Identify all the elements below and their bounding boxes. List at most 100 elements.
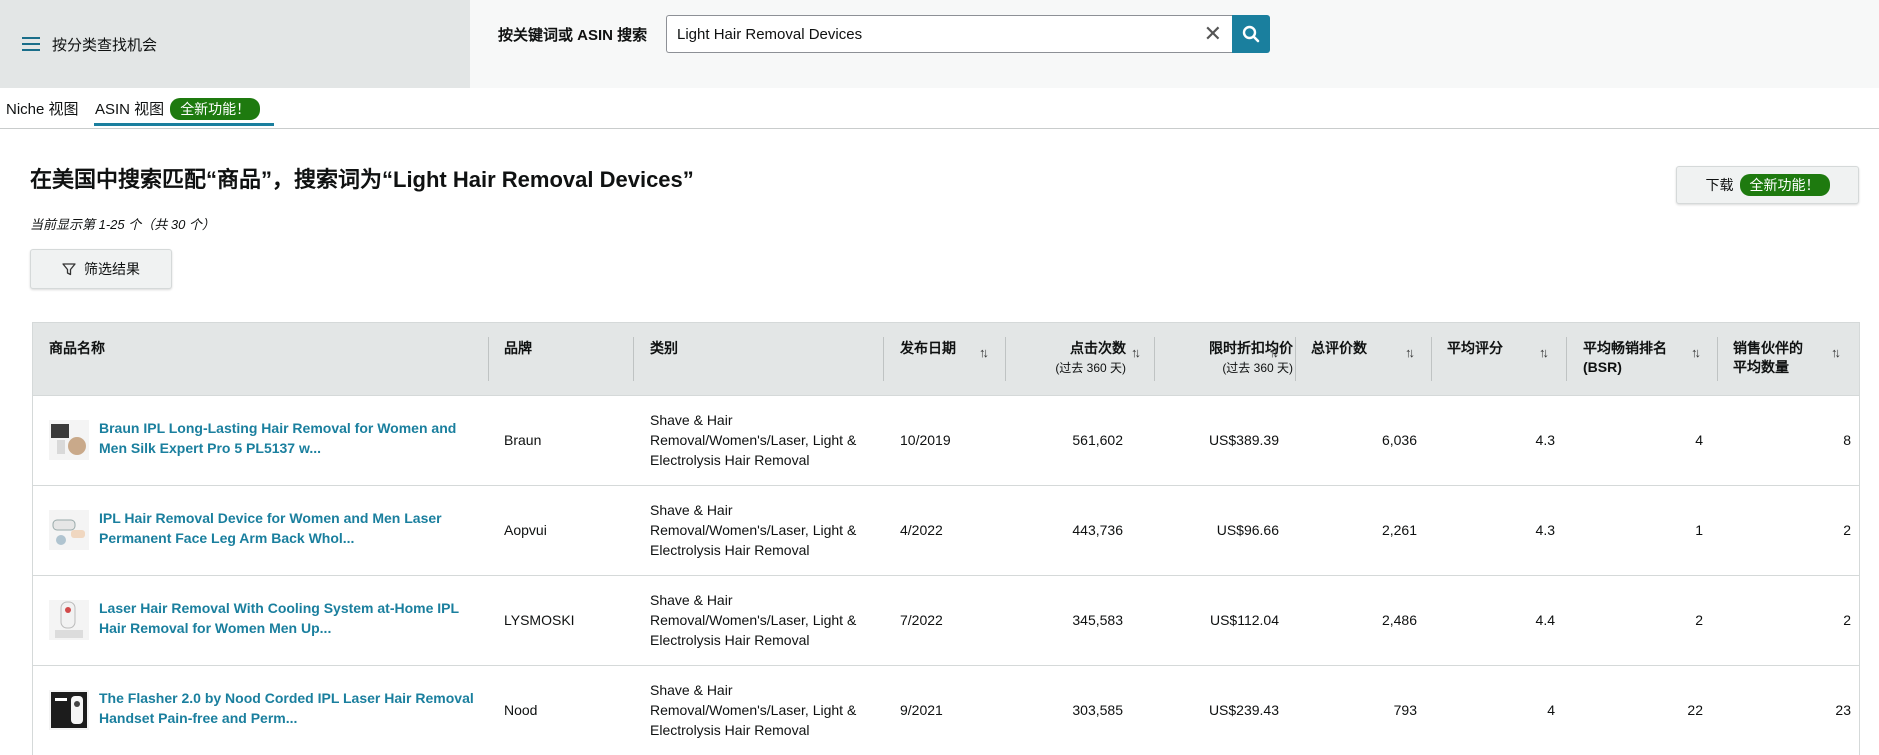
clicks-cell: 303,585 [1072,702,1123,718]
view-tabs: Niche 视图 ASIN 视图 全新功能！ [0,88,1879,129]
product-name-link[interactable]: Braun IPL Long-Lasting Hair Removal for … [99,418,479,458]
clear-icon[interactable]: ✕ [1204,22,1222,46]
col-header-bsr-sub: (BSR) [1583,359,1622,375]
clicks-cell: 561,602 [1072,432,1123,448]
new-feature-badge: 全新功能！ [170,98,261,120]
category-cell: Shave & Hair Removal/Women's/Laser, Ligh… [650,682,857,738]
col-header-clicks-sub: (过去 360 天) [1055,361,1126,375]
col-header-reviews: 总评价数 [1311,340,1367,356]
col-header-sellers-label: 销售伙伴的 [1733,340,1803,356]
download-label: 下载 [1705,177,1734,193]
sellers-cell: 23 [1835,702,1851,718]
column-divider [488,337,489,381]
bsr-cell: 22 [1687,702,1703,718]
bsr-cell: 1 [1695,522,1703,538]
date-cell: 10/2019 [900,432,951,448]
tab-asin-label: ASIN 视图 [95,101,165,118]
filter-icon [62,262,76,275]
column-divider [1431,337,1432,381]
search-button[interactable] [1232,15,1270,53]
product-thumbnail[interactable] [49,420,89,460]
sort-icon-clicks[interactable]: ↑↓ [1131,345,1141,360]
price-cell: US$239.43 [1208,702,1279,718]
product-name-link[interactable]: The Flasher 2.0 by Nood Corded IPL Laser… [99,688,479,728]
sort-icon-rating[interactable]: ↑↓ [1539,345,1549,360]
table-header: 商品名称 品牌 类别 发布日期 ↑↓ 点击次数 (过去 360 天) ↑↓ 限时… [33,323,1859,395]
col-header-rating: 平均评分 [1447,340,1503,356]
sellers-cell: 2 [1843,612,1851,628]
sort-icon-date[interactable]: ↑↓ [979,345,989,360]
col-header-clicks-label: 点击次数 [1070,340,1126,356]
column-divider [883,337,884,381]
sort-icon-sellers[interactable]: ↑↓ [1831,345,1841,360]
col-header-bsr-label: 平均畅销排名 [1583,340,1667,356]
table-row: Laser Hair Removal With Cooling System a… [33,575,1859,665]
sort-icon-price[interactable]: ↑↓ [1269,345,1279,360]
search-icon [1242,25,1260,43]
date-cell: 4/2022 [900,522,943,538]
brand-cell: LYSMOSKI [504,612,575,628]
table-row: Braun IPL Long-Lasting Hair Removal for … [33,395,1859,485]
date-cell: 7/2022 [900,612,943,628]
search-input[interactable] [667,16,1187,52]
table-row: IPL Hair Removal Device for Women and Me… [33,485,1859,575]
result-count: 当前显示第 1-25 个（共 30 个） [30,217,215,232]
column-divider [1717,337,1718,381]
col-header-category: 类别 [650,340,678,356]
search-box[interactable]: ✕ [666,15,1232,53]
bsr-cell: 4 [1695,432,1703,448]
col-header-price-label: 限时折扣均价 [1209,340,1293,356]
price-cell: US$389.39 [1208,432,1279,448]
top-bar: 按分类查找机会 按关键词或 ASIN 搜索 ✕ [0,0,1879,88]
date-cell: 9/2021 [900,702,943,718]
results-table: 商品名称 品牌 类别 发布日期 ↑↓ 点击次数 (过去 360 天) ↑↓ 限时… [32,322,1860,755]
sort-icon-bsr[interactable]: ↑↓ [1691,345,1701,360]
filter-results-button[interactable]: 筛选结果 [30,249,172,289]
filter-label: 筛选结果 [84,261,140,277]
sort-icon-reviews[interactable]: ↑↓ [1405,345,1415,360]
clicks-cell: 443,736 [1072,522,1123,538]
product-name-link[interactable]: IPL Hair Removal Device for Women and Me… [99,508,479,548]
reviews-cell: 2,261 [1381,522,1417,538]
reviews-cell: 793 [1393,702,1417,718]
active-tab-indicator [94,123,274,126]
col-header-brand: 品牌 [504,340,532,356]
category-cell: Shave & Hair Removal/Women's/Laser, Ligh… [650,592,857,648]
product-name-link[interactable]: Laser Hair Removal With Cooling System a… [99,598,479,638]
page-title: 在美国中搜索匹配“商品”，搜索词为“Light Hair Removal Dev… [30,167,694,192]
bsr-cell: 2 [1695,612,1703,628]
rating-cell: 4.3 [1535,432,1555,448]
category-cell: Shave & Hair Removal/Women's/Laser, Ligh… [650,502,857,558]
rating-cell: 4 [1547,702,1555,718]
col-header-sellers-sub: 平均数量 [1733,359,1789,375]
rating-cell: 4.3 [1535,522,1555,538]
download-new-badge: 全新功能！ [1739,174,1830,196]
download-button[interactable]: 下载 全新功能！ [1676,166,1859,204]
column-divider [1295,337,1296,381]
col-header-date: 发布日期 [900,340,956,356]
column-divider [1005,337,1006,381]
col-header-name: 商品名称 [49,340,105,356]
tab-asin-view[interactable]: ASIN 视图 全新功能！ [95,98,261,120]
price-cell: US$96.66 [1216,522,1279,538]
brand-cell: Aopvui [504,522,547,538]
menu-icon[interactable] [22,37,40,51]
product-thumbnail[interactable] [49,600,89,640]
product-thumbnail[interactable] [49,690,89,730]
category-panel[interactable]: 按分类查找机会 [0,0,470,88]
tab-niche-view[interactable]: Niche 视图 [6,98,79,119]
product-thumbnail[interactable] [49,510,89,550]
col-header-sellers: 销售伙伴的 平均数量 [1733,339,1803,377]
table-row: The Flasher 2.0 by Nood Corded IPL Laser… [33,665,1859,755]
search-label: 按关键词或 ASIN 搜索 [498,27,648,44]
column-divider [633,337,634,381]
column-divider [1566,337,1567,381]
reviews-cell: 2,486 [1381,612,1417,628]
category-label[interactable]: 按分类查找机会 [52,34,157,55]
reviews-cell: 6,036 [1381,432,1417,448]
column-divider [1154,337,1155,381]
category-cell: Shave & Hair Removal/Women's/Laser, Ligh… [650,412,857,468]
price-cell: US$112.04 [1209,612,1279,628]
brand-cell: Braun [504,432,542,448]
sellers-cell: 2 [1843,522,1851,538]
